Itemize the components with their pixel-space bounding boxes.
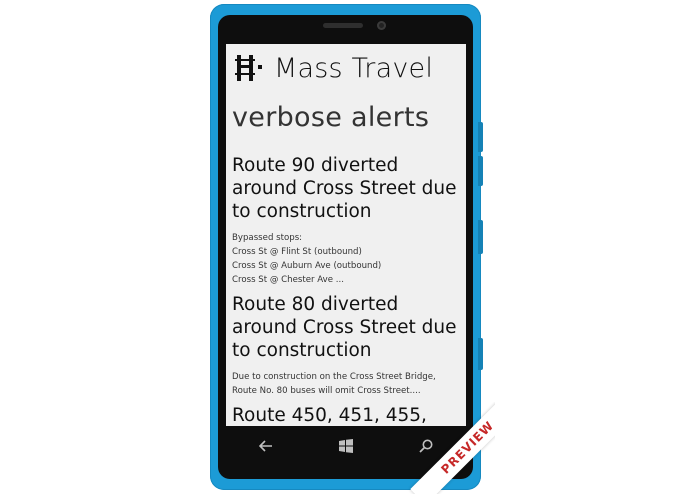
alert-body-line: Route No. 80 buses will omit Cross Stree… bbox=[232, 386, 421, 396]
app-header: Mass Travel bbox=[234, 50, 433, 86]
alert-item[interactable]: Route 90 diverted around Cross Street du… bbox=[232, 154, 464, 287]
stage: Mass Travel verbose alerts Route 90 dive… bbox=[0, 0, 695, 494]
page-title: verbose alerts bbox=[232, 102, 430, 133]
alert-body-line: Bypassed stops: bbox=[232, 233, 303, 243]
alert-title: Route 90 diverted around Cross Street du… bbox=[232, 155, 457, 222]
app-title: Mass Travel bbox=[274, 52, 434, 84]
alert-item[interactable]: Route 80 diverted around Cross Street du… bbox=[232, 293, 464, 398]
volume-down-button bbox=[478, 156, 483, 186]
alert-body: Bypassed stops: Cross St @ Flint St (out… bbox=[232, 231, 464, 287]
preview-ribbon-band: PREVIEW bbox=[410, 402, 495, 494]
preview-label: PREVIEW bbox=[438, 418, 495, 477]
camera-button bbox=[478, 338, 483, 370]
alert-title: Route 80 diverted around Cross Street du… bbox=[232, 294, 457, 361]
alert-body-line: Due to construction on the Cross Street … bbox=[232, 372, 436, 382]
phone-screen: Mass Travel verbose alerts Route 90 dive… bbox=[226, 44, 466, 426]
windows-start-icon[interactable] bbox=[334, 434, 358, 458]
alert-body: Due to construction on the Cross Street … bbox=[232, 370, 464, 398]
volume-up-button bbox=[478, 122, 483, 152]
power-button bbox=[478, 220, 483, 254]
train-rails-logo-icon bbox=[234, 53, 266, 83]
earpiece bbox=[323, 23, 363, 28]
alert-body-line: Cross St @ Auburn Ave (outbound) bbox=[232, 261, 382, 271]
back-arrow-icon[interactable] bbox=[254, 434, 278, 458]
alert-body-line: Cross St @ Chester Ave ... bbox=[232, 275, 344, 285]
front-camera bbox=[377, 21, 386, 30]
preview-ribbon: PREVIEW bbox=[405, 402, 495, 494]
alerts-list: Route 90 diverted around Cross Street du… bbox=[232, 154, 464, 426]
alert-body-line: Cross St @ Flint St (outbound) bbox=[232, 247, 362, 257]
